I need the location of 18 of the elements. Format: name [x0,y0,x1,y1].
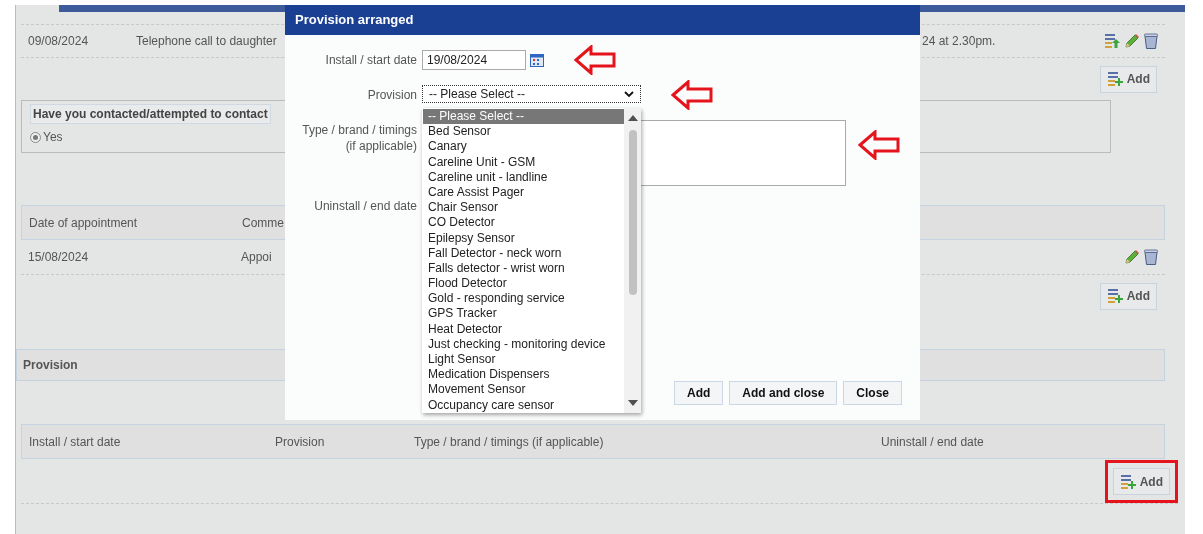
table-cell-text: 09/08/2024 [28,33,90,50]
table-cell-text: Telephone call to daughter [136,33,278,50]
table-cell-text: Appoi [241,249,272,266]
field-label: Uninstall / end date [314,198,417,214]
table-cell-text: 24 at 2.30pm. [922,33,996,50]
column-header: Install / start date [29,433,122,451]
column-header: Comme [242,214,284,232]
question-legend: Have you contacted/attempted to contact [30,104,271,124]
radio-label: Yes [43,129,63,146]
field-label: Type / brand / timings (if applicable) [301,122,417,154]
column-header: Date of appointment [29,214,139,232]
column-header: Provision [275,433,326,451]
field-label: Provision [367,87,417,103]
column-header: Type / brand / timings (if applicable) [414,433,605,451]
column-header: Uninstall / end date [881,433,984,451]
dialog-title: Provision arranged [285,5,920,35]
table-cell-text: 15/08/2024 [28,249,90,266]
field-label: Install / start date [325,52,417,68]
